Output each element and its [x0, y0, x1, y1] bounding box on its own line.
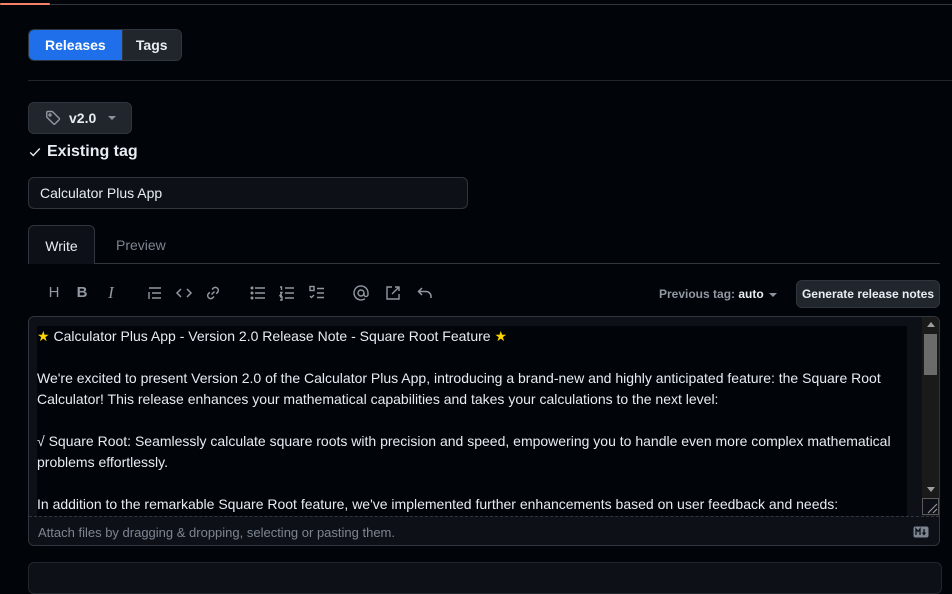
resize-handle-icon[interactable]: [922, 498, 939, 515]
section-divider: [28, 80, 952, 81]
release-body-textarea[interactable]: ★ Calculator Plus App - Version 2.0 Rele…: [37, 326, 907, 536]
ordered-list-icon[interactable]: [278, 284, 296, 302]
releases-tags-toggle: Releases Tags: [28, 29, 182, 61]
heading-icon[interactable]: H: [45, 284, 63, 302]
scrollbar-thumb[interactable]: [924, 334, 937, 375]
star-icon: ★: [37, 328, 50, 344]
next-section-box: [28, 562, 942, 594]
chevron-down-icon[interactable]: [769, 293, 777, 297]
releases-tab[interactable]: Releases: [29, 30, 122, 60]
undo-icon[interactable]: [416, 284, 434, 302]
bold-icon[interactable]: B: [73, 284, 91, 302]
code-icon[interactable]: [175, 284, 193, 302]
previous-tag-select[interactable]: Previous tag: auto: [659, 287, 764, 301]
reference-icon[interactable]: [384, 284, 402, 302]
tag-status-text: Existing tag: [47, 143, 138, 160]
editor-scrollbar[interactable]: [922, 317, 939, 517]
link-icon[interactable]: [204, 284, 222, 302]
active-nav-underline: [0, 3, 50, 5]
body-paragraph: We're excited to present Version 2.0 of …: [37, 370, 881, 407]
markdown-icon[interactable]: [913, 526, 929, 538]
tag-select-button[interactable]: v2.0: [28, 102, 132, 134]
check-icon: [29, 148, 41, 157]
release-body-editor[interactable]: ★ Calculator Plus App - Version 2.0 Rele…: [28, 316, 940, 546]
tags-tab[interactable]: Tags: [121, 30, 181, 60]
previous-tag-label: Previous tag:: [659, 287, 736, 301]
unordered-list-icon[interactable]: [249, 284, 267, 302]
tag-status: Existing tag: [28, 142, 138, 162]
body-heading-line: ★ Calculator Plus App - Version 2.0 Rele…: [37, 328, 508, 344]
body-paragraph: In addition to the remarkable Square Roo…: [37, 496, 839, 512]
attach-files-area[interactable]: Attach files by dragging & dropping, sel…: [29, 516, 939, 545]
previous-tag-value: auto: [738, 287, 764, 301]
tab-preview[interactable]: Preview: [116, 225, 166, 264]
tag-value: v2.0: [69, 110, 97, 126]
generate-release-notes-button[interactable]: Generate release notes: [796, 280, 940, 308]
body-paragraph: √ Square Root: Seamlessly calculate squa…: [37, 433, 891, 470]
header-bottom-border: [0, 0, 952, 5]
tab-write[interactable]: Write: [28, 225, 95, 264]
task-list-icon[interactable]: [308, 284, 326, 302]
quote-icon[interactable]: [146, 284, 164, 302]
mention-icon[interactable]: [352, 284, 370, 302]
release-title-input[interactable]: [28, 177, 468, 209]
tag-icon: [45, 110, 61, 126]
scroll-up-arrow-icon[interactable]: [927, 322, 935, 327]
star-icon: ★: [494, 328, 508, 344]
attach-files-text: Attach files by dragging & dropping, sel…: [38, 525, 395, 540]
italic-icon[interactable]: I: [102, 284, 120, 302]
scroll-down-arrow-icon[interactable]: [927, 487, 935, 492]
chevron-down-icon: [108, 116, 117, 120]
